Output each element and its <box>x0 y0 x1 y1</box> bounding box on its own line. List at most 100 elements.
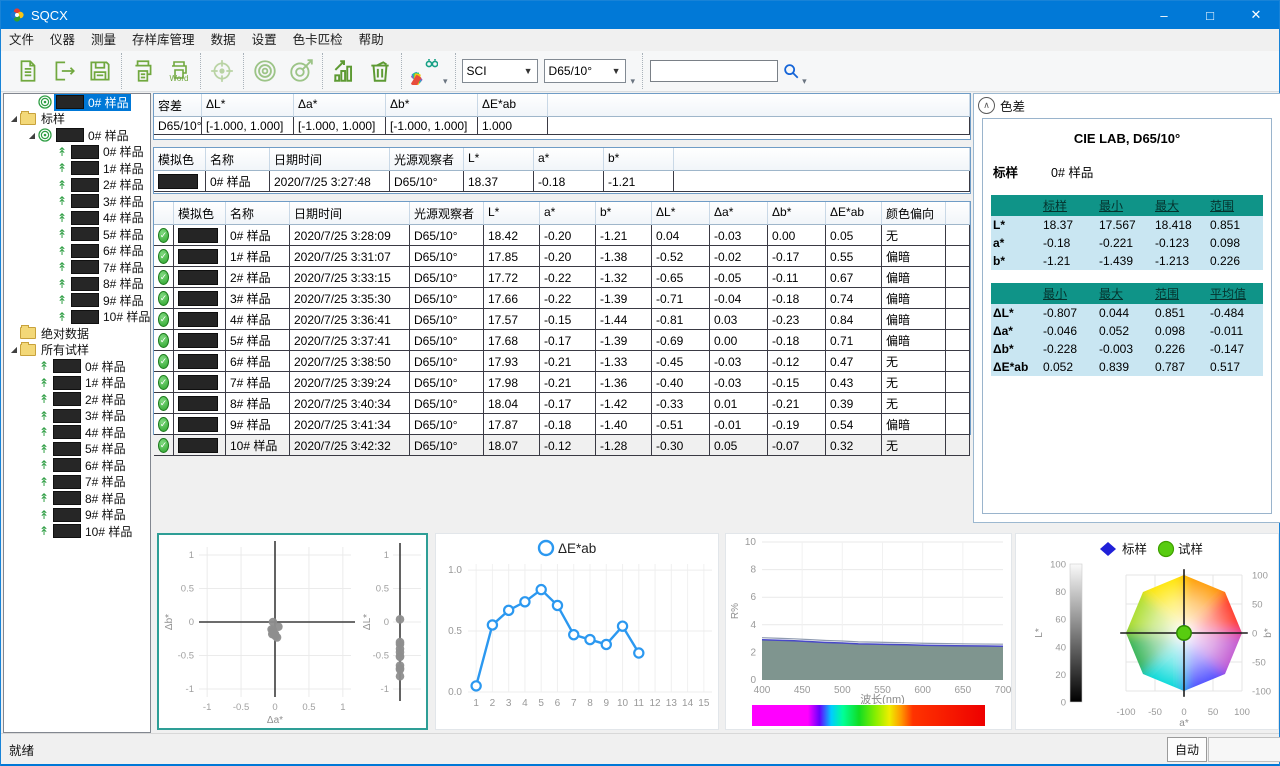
collapse-icon[interactable]: ∧ <box>978 97 995 114</box>
folder-icon <box>20 327 36 339</box>
table-cell: D65/10° <box>410 225 484 246</box>
menu-item[interactable]: 仪器 <box>42 29 83 51</box>
sample-arrow-icon: ↟ <box>38 458 50 472</box>
maximize-button[interactable]: □ <box>1187 1 1233 29</box>
tree-item-label: 8# 样品 <box>103 275 144 292</box>
header-cell: 范围 <box>1153 283 1208 304</box>
toolbar-overflow-icon[interactable]: ▾ <box>802 76 807 87</box>
toolbar-overflow-icon[interactable]: ▾ <box>443 76 448 87</box>
tree-item[interactable]: ↟4# 样品 <box>4 210 150 227</box>
search-input[interactable] <box>650 60 778 82</box>
svg-text:0: 0 <box>1181 707 1186 718</box>
tree-item[interactable]: 绝对数据 <box>4 325 150 342</box>
tree-item[interactable]: ↟7# 样品 <box>4 474 150 491</box>
table-cell: -0.12 <box>768 351 826 372</box>
tree-item-label: 7# 样品 <box>103 259 144 276</box>
header-cell: 标样 <box>1041 195 1097 216</box>
auto-button[interactable]: 自动 <box>1167 737 1207 762</box>
table-cell: -0.147 <box>1208 340 1263 358</box>
tree-item[interactable]: ↟2# 样品 <box>4 177 150 194</box>
header-cell: 平均值 <box>1208 283 1263 304</box>
export-button[interactable] <box>46 53 82 89</box>
svg-text:500: 500 <box>834 685 851 696</box>
tree-item[interactable]: ↟1# 样品 <box>4 160 150 177</box>
toolbar-overflow-icon[interactable]: ▾ <box>631 76 636 87</box>
delete-trash-button[interactable] <box>362 53 398 89</box>
tree-item[interactable]: ↟10# 样品 <box>4 523 150 540</box>
table-cell: 17.68 <box>484 330 540 351</box>
target-crosshair-button[interactable] <box>204 53 240 89</box>
table-cell: -1.40 <box>596 414 652 435</box>
menu-item[interactable]: 帮助 <box>351 29 392 51</box>
minimize-button[interactable]: – <box>1141 1 1187 29</box>
tree-item[interactable]: ↟10# 样品 <box>4 309 150 326</box>
tree-item[interactable]: ↟2# 样品 <box>4 391 150 408</box>
sample-arrow-icon: ↟ <box>56 244 68 258</box>
print-word-button[interactable]: Word <box>161 53 197 89</box>
table-cell: 0.67 <box>826 267 882 288</box>
menu-item[interactable]: 文件 <box>1 29 42 51</box>
tree-item[interactable]: ◢所有试样 <box>4 342 150 359</box>
tree-item[interactable]: ↟3# 样品 <box>4 193 150 210</box>
tree-item[interactable]: ↟9# 样品 <box>4 292 150 309</box>
print-button[interactable] <box>125 53 161 89</box>
table-cell: 0.00 <box>768 225 826 246</box>
table-cell: 17.66 <box>484 288 540 309</box>
table-cell: 2020/7/25 3:28:09 <box>290 225 410 246</box>
table-cell: 0.03 <box>710 309 768 330</box>
tree-item[interactable]: ↟8# 样品 <box>4 276 150 293</box>
menu-item[interactable]: 色卡匹检 <box>285 29 351 51</box>
tree-item[interactable]: ↟6# 样品 <box>4 243 150 260</box>
tree-item[interactable]: ↟5# 样品 <box>4 441 150 458</box>
table-cell: 0.839 <box>1097 358 1153 376</box>
table-cell: 0.05 <box>826 225 882 246</box>
statistics-chart-button[interactable] <box>326 53 362 89</box>
sample-arrow-icon: ↟ <box>38 359 50 373</box>
table-cell: -0.228 <box>1041 340 1097 358</box>
menu-item[interactable]: 设置 <box>244 29 285 51</box>
menu-item[interactable]: 测量 <box>83 29 124 51</box>
tree-item[interactable]: ↟0# 样品 <box>4 358 150 375</box>
tree-item[interactable]: ↟6# 样品 <box>4 457 150 474</box>
color-card-match-button[interactable] <box>405 53 441 89</box>
table-cell: 7# 样品 <box>226 372 290 393</box>
search-icon[interactable] <box>782 62 800 80</box>
tree-item[interactable]: ↟0# 样品 <box>4 144 150 161</box>
tree-item-label: 3# 样品 <box>85 407 126 424</box>
table-cell: 0# 样品 <box>206 171 270 192</box>
target-arrow-button[interactable] <box>283 53 319 89</box>
new-document-button[interactable] <box>10 53 46 89</box>
tree-item[interactable]: ↟5# 样品 <box>4 226 150 243</box>
table-cell: D65/10° <box>410 414 484 435</box>
samples-table: 模拟色名称日期时间光源观察者L*a*b*ΔL*Δa*Δb*ΔE*ab颜色偏向✓0… <box>153 201 971 435</box>
menu-item[interactable]: 存样库管理 <box>124 29 203 51</box>
tree-item[interactable]: ↟3# 样品 <box>4 408 150 425</box>
menu-item[interactable]: 数据 <box>203 29 244 51</box>
mode-select[interactable]: SCI▼ <box>462 59 538 83</box>
tree-item[interactable]: ↟4# 样品 <box>4 424 150 441</box>
save-button[interactable] <box>82 53 118 89</box>
svg-text:标样: 标样 <box>1122 542 1147 557</box>
color-swatch <box>53 376 81 390</box>
svg-text:0: 0 <box>384 617 389 628</box>
tree-item[interactable]: 0# 样品 <box>4 94 150 111</box>
color-swatch <box>71 227 99 241</box>
tree-item[interactable]: ◢标样 <box>4 111 150 128</box>
table-cell: 17.98 <box>484 372 540 393</box>
scatter-chart-svg: 10.50-0.5-1-1-0.500.51Δa*Δb*10.50-0.5-1Δ… <box>159 535 426 728</box>
close-button[interactable]: ✕ <box>1233 1 1279 29</box>
table-cell: 无 <box>882 372 946 393</box>
header-cell: ΔE*ab <box>478 94 548 117</box>
tree-item[interactable]: ↟9# 样品 <box>4 507 150 524</box>
tree-item[interactable]: ↟7# 样品 <box>4 259 150 276</box>
line-chart-svg: ΔE*ab0.00.51.0123456789101112131415 <box>436 534 718 729</box>
concentric-circles-button[interactable] <box>247 53 283 89</box>
sample-arrow-icon: ↟ <box>56 178 68 192</box>
table-cell: -1.439 <box>1097 252 1153 270</box>
tree-item[interactable]: ↟8# 样品 <box>4 490 150 507</box>
illuminant-select[interactable]: D65/10°▼ <box>544 59 626 83</box>
pass-check-icon: ✓ <box>158 270 169 285</box>
tree-item[interactable]: ◢0# 样品 <box>4 127 150 144</box>
tree-item[interactable]: ↟1# 样品 <box>4 375 150 392</box>
svg-text:ΔE*ab: ΔE*ab <box>558 541 596 556</box>
